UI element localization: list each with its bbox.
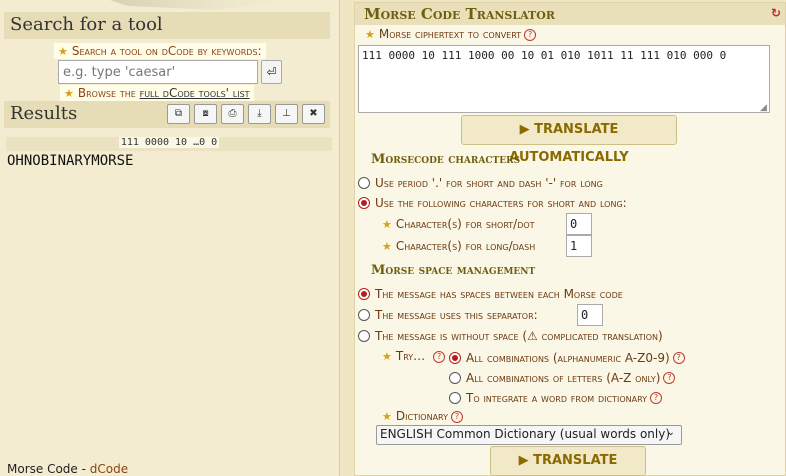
star-icon: ★ <box>64 87 74 100</box>
dictionary-select[interactable]: ENGLISH Common Dictionary (usual words o… <box>376 425 682 445</box>
star-icon: ★ <box>382 410 392 423</box>
radio-spaces[interactable] <box>358 288 370 300</box>
query-echo-text: 111 0000 10 …0 0 <box>118 137 220 148</box>
translate-automatically-button[interactable]: ▶ TRANSLATE AUTOMATICALLY <box>461 115 677 165</box>
footer-prefix: Morse Code - <box>7 462 90 476</box>
option-period-dash-label: Use period '.' for short and dash '-' fo… <box>375 176 603 190</box>
browse-tools-link[interactable]: ★ Browse the full dCode tools' list <box>60 85 254 101</box>
print-icon[interactable]: ⎙ <box>221 104 244 124</box>
tool-title-bar: Morse Code Translator ↻ <box>355 3 785 25</box>
star-icon: ★ <box>365 28 375 41</box>
dictionary-select-value: ENGLISH Common Dictionary (usual words o… <box>380 427 671 441</box>
dictionary-label: ★ Dictionary? <box>382 409 463 423</box>
radio-custom-chars[interactable] <box>358 197 370 209</box>
short-char-label-text: Character(s) for short/dot <box>395 217 535 231</box>
ciphertext-input[interactable]: 111 0000 10 111 1000 00 10 01 010 1011 1… <box>358 45 770 113</box>
enter-icon[interactable]: ⏎ <box>261 60 282 84</box>
help-icon[interactable]: ? <box>451 410 463 423</box>
option-separator[interactable]: The message uses this separator: <box>358 308 538 322</box>
star-icon: ★ <box>58 45 68 58</box>
left-sidebar: Search for a tool ★ Search a tool on dCod… <box>0 0 340 476</box>
result-output: OHNOBINARYMORSE <box>7 153 134 169</box>
browse-link-text[interactable]: full dCode tools' list <box>140 86 250 100</box>
search-hint-text: Search a tool on dCode by keywords: <box>71 44 262 58</box>
search-hint: ★ Search a tool on dCode by keywords: <box>54 43 266 59</box>
translate-morse-button[interactable]: ▶ TRANSLATE MORSE <box>490 446 646 476</box>
radio-separator[interactable] <box>358 309 370 321</box>
browse-prefix: Browse the <box>77 86 140 100</box>
help-icon[interactable]: ? <box>433 350 446 363</box>
long-char-label: ★ Character(s) for long/dash <box>382 239 535 253</box>
radio-try-all[interactable] <box>449 352 461 364</box>
pin-icon[interactable]: ⊥ <box>275 104 298 124</box>
star-icon: ★ <box>382 240 392 253</box>
radio-try-letters[interactable] <box>449 372 461 384</box>
long-char-label-text: Character(s) for long/dash <box>395 239 536 253</box>
search-section-title: Search for a tool <box>4 12 330 39</box>
option-custom-chars[interactable]: Use the following characters for short a… <box>358 196 627 210</box>
short-char-input[interactable] <box>566 213 592 235</box>
decorative-graphic <box>110 0 290 10</box>
screenshot-icon[interactable]: ⧇ <box>194 104 217 124</box>
cipher-label: ★ Morse ciphertext to convert? <box>365 27 537 41</box>
footer-dcode-link[interactable]: dCode <box>90 462 128 476</box>
option-try-letters-label: All combinations of letters (A-Z only) <box>466 371 661 385</box>
option-period-dash[interactable]: Use period '.' for short and dash '-' fo… <box>358 176 603 190</box>
try-label-text: Try… <box>395 349 426 363</box>
option-custom-chars-label: Use the following characters for short a… <box>375 196 627 210</box>
cipher-label-text: Morse ciphertext to convert <box>378 27 522 41</box>
option-spaces-label: The message has spaces between each Mors… <box>375 287 623 301</box>
try-label: ★ Try…? <box>382 349 446 363</box>
help-icon[interactable]: ? <box>650 392 663 404</box>
chevron-down-icon: ⌄ <box>666 427 675 438</box>
option-try-all[interactable]: All combinations (alphanumeric A-Z0-9)? <box>449 351 685 365</box>
results-toolbar: ⧉ ⧇ ⎙ ⤓ ⊥ ✖ <box>167 104 325 124</box>
separator-input[interactable] <box>577 304 603 326</box>
query-echo: 111 0000 10 …0 0 <box>6 137 332 151</box>
space-section-title: Morse space management <box>371 263 536 278</box>
help-icon[interactable]: ? <box>672 352 685 364</box>
star-icon: ★ <box>382 350 392 363</box>
option-try-dict-label: To integrate a word from dictionary <box>466 391 648 405</box>
tool-title: Morse Code Translator <box>364 5 555 23</box>
close-icon[interactable]: ✖ <box>302 104 325 124</box>
short-char-label: ★ Character(s) for short/dot <box>382 217 535 231</box>
resize-grip-icon[interactable]: ◢ <box>760 103 767 113</box>
radio-no-space[interactable] <box>358 330 370 342</box>
option-no-space[interactable]: The message is without space (⚠ complica… <box>358 329 663 343</box>
radio-period-dash[interactable] <box>358 177 370 189</box>
footer: Morse Code - dCode <box>7 462 128 476</box>
refresh-icon[interactable]: ↻ <box>771 6 781 20</box>
search-input[interactable] <box>58 60 258 84</box>
help-icon[interactable]: ? <box>524 28 537 41</box>
option-no-space-label: The message is without space (⚠ complica… <box>375 329 663 343</box>
option-try-all-label: All combinations (alphanumeric A-Z0-9) <box>466 351 670 365</box>
dictionary-label-text: Dictionary <box>395 409 448 423</box>
download-icon[interactable]: ⤓ <box>248 104 271 124</box>
option-try-dict[interactable]: To integrate a word from dictionary? <box>449 391 663 405</box>
radio-try-dict[interactable] <box>449 392 461 404</box>
help-icon[interactable]: ? <box>663 372 676 384</box>
option-separator-label: The message uses this separator: <box>375 308 538 322</box>
option-try-letters[interactable]: All combinations of letters (A-Z only)? <box>449 371 676 385</box>
option-spaces[interactable]: The message has spaces between each Mors… <box>358 287 623 301</box>
copy-icon[interactable]: ⧉ <box>167 104 190 124</box>
long-char-input[interactable] <box>566 235 592 257</box>
tool-panel: Morse Code Translator ↻ ★ Morse ciphertex… <box>354 2 786 476</box>
star-icon: ★ <box>382 218 392 231</box>
chars-section-title: Morsecode characters <box>371 152 521 167</box>
